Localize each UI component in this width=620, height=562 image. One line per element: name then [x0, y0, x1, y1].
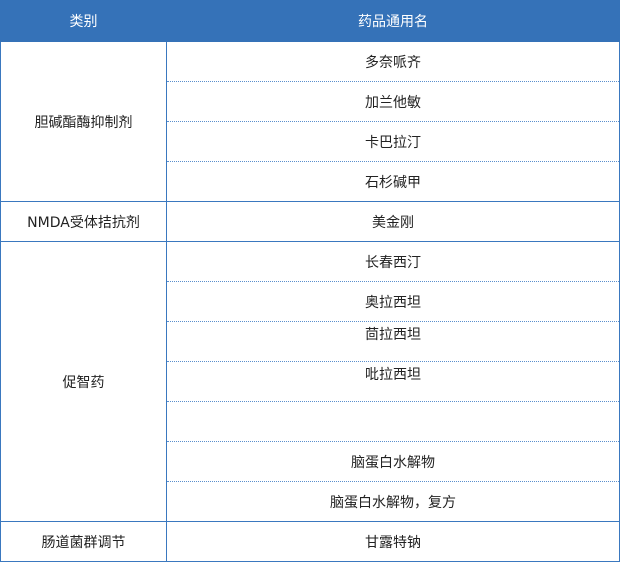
- category-cell: 胆碱酯酶抑制剂: [0, 41, 167, 202]
- drug-cell: 吡拉西坦: [166, 361, 620, 402]
- drug-table-container: 类别 药品通用名 胆碱酯酶抑制剂 多奈哌齐 加兰他敏 卡巴拉汀 石杉碱甲 NMD…: [0, 0, 620, 562]
- category-cell: 促智药: [0, 241, 167, 522]
- header-category: 类别: [0, 0, 167, 42]
- table-row: 促智药 长春西汀: [0, 241, 620, 522]
- drug-cell: 脑蛋白水解物: [166, 441, 620, 482]
- drug-cell: 美金刚: [166, 201, 620, 242]
- drug-cell: 卡巴拉汀: [166, 121, 620, 162]
- drug-cell: 茴拉西坦: [166, 321, 620, 362]
- drug-cell: 脑蛋白水解物，复方: [166, 481, 620, 522]
- drug-classification-table: 类别 药品通用名 胆碱酯酶抑制剂 多奈哌齐 加兰他敏 卡巴拉汀 石杉碱甲 NMD…: [0, 0, 620, 562]
- table-row: 胆碱酯酶抑制剂 多奈哌齐: [0, 41, 620, 202]
- drug-cell: 石杉碱甲: [166, 161, 620, 202]
- drug-cell: 长春西汀: [166, 241, 620, 282]
- category-cell: 肠道菌群调节: [0, 521, 167, 562]
- drug-cell: 甘露特钠: [166, 521, 620, 562]
- category-cell: NMDA受体拮抗剂: [0, 201, 167, 242]
- drug-cell: 加兰他敏: [166, 81, 620, 122]
- empty-drug-cell: [166, 401, 620, 442]
- drug-cell: 多奈哌齐: [166, 41, 620, 82]
- table-header-row: 类别 药品通用名: [0, 0, 620, 42]
- drug-cell: 奥拉西坦: [166, 281, 620, 322]
- header-drug-name: 药品通用名: [166, 0, 620, 42]
- table-row: NMDA受体拮抗剂 美金刚: [0, 201, 620, 242]
- table-row: 肠道菌群调节 甘露特钠: [0, 521, 620, 562]
